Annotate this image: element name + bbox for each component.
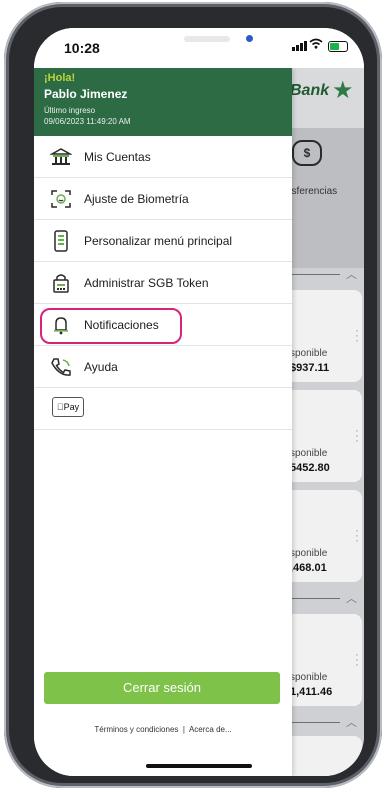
menu-item-label: Personalizar menú principal (84, 234, 233, 248)
section-divider (292, 598, 340, 599)
kebab-menu-icon[interactable]: · · · (350, 424, 364, 446)
camera-dot (246, 35, 253, 42)
card-label: sponible (290, 448, 328, 459)
phone-icon (50, 356, 72, 378)
home-indicator[interactable] (146, 764, 252, 768)
menu-item-mis-cuentas[interactable]: Mis Cuentas (34, 136, 292, 178)
menu-item-label: Ajuste de Biometría (84, 192, 189, 206)
signal-icon (292, 41, 307, 51)
footer-separator: | (182, 725, 185, 734)
status-time: 10:28 (64, 40, 100, 56)
phone-menu-icon (50, 230, 72, 252)
apple-pay-label: Pay (60, 402, 80, 412)
kebab-menu-icon[interactable]: · · · (350, 524, 364, 546)
account-card[interactable]: sponible 1,411.46 · · · (282, 614, 362, 706)
drawer-menu: Mis Cuentas Ajuste de Biometría Personal… (34, 136, 292, 430)
account-card[interactable]: sponible $937.11 · · · (282, 290, 362, 382)
card-amount: ,468.01 (290, 562, 327, 574)
account-card[interactable]: sponible ,468.01 · · · (282, 490, 362, 582)
menu-item-personalizar-menu[interactable]: Personalizar menú principal (34, 220, 292, 262)
card-amount: $937.11 (290, 362, 330, 374)
menu-item-label: Ayuda (84, 360, 118, 374)
last-login-label: Último ingreso (44, 106, 96, 115)
menu-item-sgb-token[interactable]: Administrar SGB Token (34, 262, 292, 304)
about-link[interactable]: Acerca de... (189, 725, 232, 734)
greeting: ¡Hola! (44, 72, 76, 84)
card-amount: 1,411.46 (290, 686, 333, 698)
bank-icon (50, 146, 72, 168)
user-name: Pablo Jimenez (44, 87, 128, 101)
apple-pay-icon: Pay (52, 397, 84, 417)
transfer-label: nsferencias (286, 186, 338, 197)
menu-item-label: Administrar SGB Token (84, 276, 209, 290)
chevron-up-icon[interactable]: ︿ (346, 266, 357, 282)
card-label: sponible (290, 548, 328, 559)
profile-header: ¡Hola! Pablo Jimenez Último ingreso 09/0… (34, 68, 292, 136)
wifi-icon (309, 38, 323, 52)
menu-item-apple-pay[interactable]: Pay (34, 388, 292, 430)
section-divider (292, 722, 340, 723)
kebab-menu-icon[interactable]: · · · (350, 324, 364, 346)
account-card[interactable] (282, 736, 362, 776)
card-label: sponible (290, 672, 328, 683)
speaker-notch (184, 36, 230, 42)
last-login-date: 09/06/2023 11:49:20 AM (44, 117, 131, 126)
bank-logo-text: Bank (290, 82, 330, 99)
status-bar: 10:28 (34, 28, 364, 68)
account-card[interactable]: sponible 5452.80 · · · (282, 390, 362, 482)
transfer-icon[interactable]: $ (292, 140, 322, 166)
bank-star-icon: ★ (332, 77, 354, 104)
menu-item-label: Mis Cuentas (84, 150, 151, 164)
terms-link[interactable]: Términos y condiciones (94, 725, 178, 734)
phone-frame: Bank ★ $ nsferencias ︿ sponible $937.11 … (4, 2, 382, 788)
card-label: sponible (290, 348, 328, 359)
chevron-up-icon[interactable]: ︿ (346, 590, 357, 606)
phone-screen: Bank ★ $ nsferencias ︿ sponible $937.11 … (34, 28, 364, 776)
face-scan-icon (50, 188, 72, 210)
menu-item-ayuda[interactable]: Ayuda (34, 346, 292, 388)
side-drawer: ¡Hola! Pablo Jimenez Último ingreso 09/0… (34, 68, 292, 776)
kebab-menu-icon[interactable]: · · · (350, 648, 364, 670)
card-amount: 5452.80 (290, 462, 330, 474)
chevron-up-icon[interactable]: ︿ (346, 714, 357, 730)
logout-button[interactable]: Cerrar sesión (44, 672, 280, 704)
bell-icon (50, 314, 72, 336)
menu-item-ajuste-biometria[interactable]: Ajuste de Biometría (34, 178, 292, 220)
menu-item-label: Notificaciones (84, 318, 159, 332)
section-divider (292, 274, 340, 275)
menu-item-notificaciones[interactable]: Notificaciones (34, 304, 292, 346)
token-icon (50, 272, 72, 294)
footer-links: Términos y condiciones | Acerca de... (34, 725, 292, 734)
battery-icon (328, 41, 348, 52)
